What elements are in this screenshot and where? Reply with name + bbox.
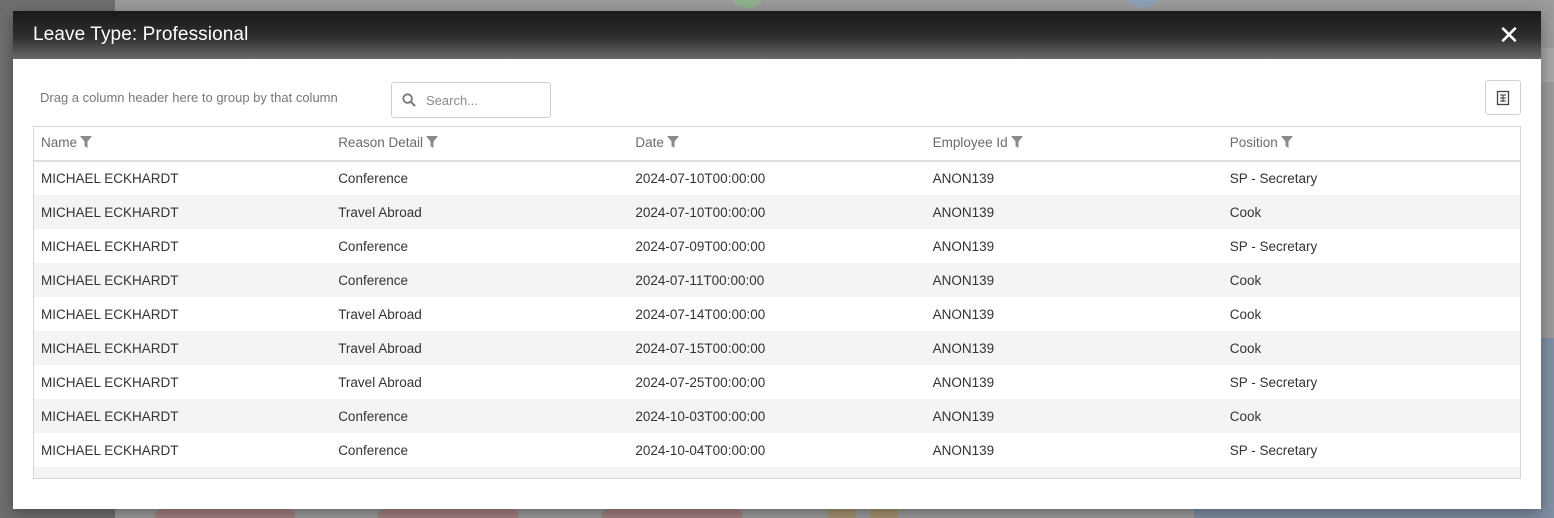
cell-position: SP - Secretary xyxy=(1229,374,1318,390)
cell-reason-detail: Conference xyxy=(338,171,408,186)
cell-employee-id: ANON139 xyxy=(925,263,1223,297)
column-header-label: Position xyxy=(1229,135,1278,150)
column-header-employee-id[interactable]: Employee Id xyxy=(925,127,1223,162)
cell-name: MICHAEL ECKHARDT xyxy=(41,171,179,186)
cell-name: MICHAEL ECKHARDT xyxy=(41,238,179,254)
cell-employee-id: ANON139 xyxy=(932,171,995,186)
cell-employee-id: ANON139 xyxy=(932,238,995,254)
cell-position: SP - Secretary xyxy=(1229,171,1318,186)
data-grid: Name Reason Detail Date Employee Id Posi… xyxy=(33,126,1521,479)
table-row[interactable]: MICHAEL ECKHARDT Conference 2024-07-10T0… xyxy=(34,161,1520,195)
background-decoration xyxy=(1540,48,1554,82)
table-row[interactable] xyxy=(34,467,1520,478)
cell-date: 2024-07-11T00:00:00 xyxy=(628,263,926,297)
cell-empty xyxy=(628,467,926,478)
cell-position: SP - Secretary xyxy=(1229,442,1318,458)
cell-name: MICHAEL ECKHARDT xyxy=(34,263,332,297)
cell-position: Cook xyxy=(1222,331,1520,365)
cell-name: MICHAEL ECKHARDT xyxy=(41,306,179,322)
search-icon xyxy=(402,93,416,107)
cell-position: Cook xyxy=(1222,263,1520,297)
cell-employee-id: ANON139 xyxy=(925,331,1223,365)
cell-name: MICHAEL ECKHARDT xyxy=(34,331,332,365)
cell-position: SP - Secretary xyxy=(1229,238,1318,254)
table-row[interactable]: MICHAEL ECKHARDT Conference 2024-07-11T0… xyxy=(34,263,1520,297)
filter-icon[interactable] xyxy=(425,135,439,152)
export-icon xyxy=(1496,90,1510,105)
column-header-label: Employee Id xyxy=(932,135,1008,150)
cell-date: 2024-07-14T00:00:00 xyxy=(635,306,766,322)
cell-reason-detail: Travel Abroad xyxy=(338,374,422,390)
modal-header: Leave Type: Professional ✕ xyxy=(13,11,1541,59)
group-panel-hint[interactable]: Drag a column header here to group by th… xyxy=(40,90,338,105)
export-button[interactable] xyxy=(1485,80,1521,115)
cell-name: MICHAEL ECKHARDT xyxy=(41,374,179,390)
cell-empty xyxy=(331,467,629,478)
column-header-label: Date xyxy=(635,135,664,150)
cell-employee-id: ANON139 xyxy=(932,306,995,322)
column-header-name[interactable]: Name xyxy=(34,127,332,162)
cell-date: 2024-10-03T00:00:00 xyxy=(628,399,926,433)
cell-date: 2024-07-10T00:00:00 xyxy=(635,171,766,186)
cell-employee-id: ANON139 xyxy=(925,195,1223,229)
cell-reason-detail: Travel Abroad xyxy=(338,306,422,322)
table-row[interactable]: MICHAEL ECKHARDT Conference 2024-10-03T0… xyxy=(34,399,1520,433)
filter-icon[interactable] xyxy=(1280,135,1294,152)
table-row[interactable]: MICHAEL ECKHARDT Conference 2024-10-04T0… xyxy=(34,433,1520,467)
column-header-label: Name xyxy=(41,135,78,150)
grid-header-row: Name Reason Detail Date Employee Id Posi… xyxy=(34,127,1520,162)
cell-position: Cook xyxy=(1222,195,1520,229)
column-header-date[interactable]: Date xyxy=(628,127,926,162)
cell-reason-detail: Conference xyxy=(331,399,629,433)
table-row[interactable]: MICHAEL ECKHARDT Travel Abroad 2024-07-1… xyxy=(34,195,1520,229)
cell-date: 2024-07-25T00:00:00 xyxy=(635,374,766,390)
cell-reason-detail: Conference xyxy=(338,442,408,458)
cell-date: 2024-07-10T00:00:00 xyxy=(628,195,926,229)
cell-name: MICHAEL ECKHARDT xyxy=(41,442,179,458)
cell-employee-id: ANON139 xyxy=(925,399,1223,433)
column-header-position[interactable]: Position xyxy=(1222,127,1520,162)
table-row[interactable]: MICHAEL ECKHARDT Conference 2024-07-09T0… xyxy=(34,229,1520,263)
background-decoration xyxy=(1125,0,1159,8)
cell-position: Cook xyxy=(1229,306,1262,322)
filter-icon[interactable] xyxy=(79,135,93,152)
cell-date: 2024-07-09T00:00:00 xyxy=(635,238,766,254)
column-header-reason-detail[interactable]: Reason Detail xyxy=(331,127,629,162)
cell-name: MICHAEL ECKHARDT xyxy=(34,399,332,433)
cell-empty xyxy=(1222,467,1520,478)
cell-reason-detail: Conference xyxy=(338,238,408,254)
filter-icon[interactable] xyxy=(666,135,680,152)
cell-date: 2024-07-15T00:00:00 xyxy=(628,331,926,365)
cell-employee-id: ANON139 xyxy=(932,374,995,390)
cell-date: 2024-10-04T00:00:00 xyxy=(635,442,766,458)
cell-reason-detail: Travel Abroad xyxy=(331,331,629,365)
cell-position: Cook xyxy=(1222,399,1520,433)
table-row[interactable]: MICHAEL ECKHARDT Travel Abroad 2024-07-1… xyxy=(34,297,1520,331)
cell-employee-id: ANON139 xyxy=(932,442,995,458)
cell-reason-detail: Travel Abroad xyxy=(331,195,629,229)
background-decoration xyxy=(730,0,764,8)
cell-reason-detail: Conference xyxy=(331,263,629,297)
cell-empty xyxy=(925,467,1223,478)
close-icon[interactable]: ✕ xyxy=(1497,22,1521,48)
search-box[interactable] xyxy=(391,82,551,118)
filter-icon[interactable] xyxy=(1010,135,1024,152)
leave-type-modal: Leave Type: Professional ✕ Drag a column… xyxy=(13,11,1541,509)
grid-toolbar: Drag a column header here to group by th… xyxy=(13,59,1541,127)
cell-empty xyxy=(34,467,332,478)
column-header-label: Reason Detail xyxy=(338,135,423,150)
modal-title: Leave Type: Professional xyxy=(33,24,249,45)
search-input[interactable] xyxy=(426,92,536,108)
cell-name: MICHAEL ECKHARDT xyxy=(34,195,332,229)
table-row[interactable]: MICHAEL ECKHARDT Travel Abroad 2024-07-1… xyxy=(34,331,1520,365)
table-row[interactable]: MICHAEL ECKHARDT Travel Abroad 2024-07-2… xyxy=(34,365,1520,399)
